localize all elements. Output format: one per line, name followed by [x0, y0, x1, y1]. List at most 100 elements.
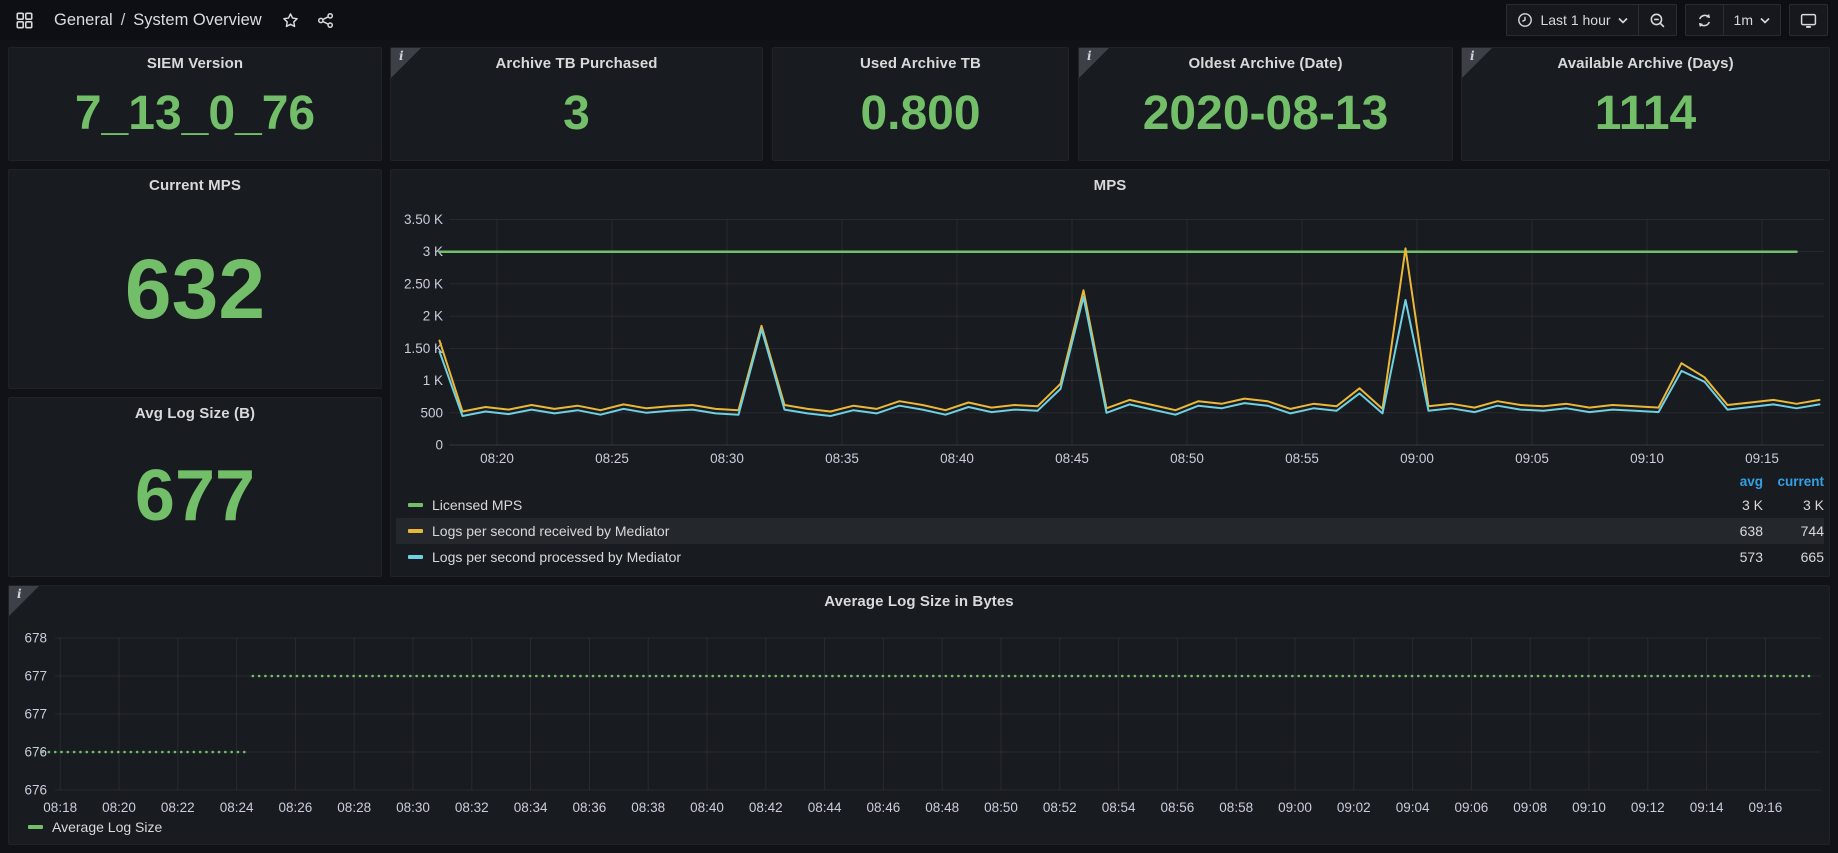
svg-text:09:04: 09:04 [1396, 800, 1430, 815]
svg-text:500: 500 [420, 405, 443, 420]
svg-text:09:00: 09:00 [1278, 800, 1312, 815]
avg-log-chart-canvas[interactable]: 67867767767667608:1808:2008:2208:2408:26… [9, 586, 1829, 822]
svg-text:3.50 K: 3.50 K [404, 212, 443, 227]
topbar-left: General / System Overview [10, 8, 340, 33]
series-avg-value: 3 K [1693, 497, 1763, 513]
stat-value: 3 [391, 74, 762, 154]
svg-text:09:00: 09:00 [1400, 451, 1434, 466]
svg-text:08:22: 08:22 [161, 800, 195, 815]
svg-text:676: 676 [24, 783, 47, 798]
panel-title[interactable]: Oldest Archive (Date) [1079, 55, 1452, 72]
svg-text:09:08: 09:08 [1513, 800, 1547, 815]
panel-average-log-size-chart: Average Log Size in Bytes 67867767767667… [8, 585, 1830, 845]
avg-log-legend[interactable]: Average Log Size [28, 819, 162, 835]
svg-text:08:54: 08:54 [1102, 800, 1136, 815]
series-line [440, 297, 1820, 416]
panel-title[interactable]: SIEM Version [9, 55, 381, 72]
tv-mode-button[interactable] [1790, 5, 1827, 35]
series-avg-value: 573 [1693, 549, 1763, 565]
refresh-icon [1696, 12, 1713, 29]
svg-text:1.50 K: 1.50 K [404, 341, 443, 356]
zoom-out-button[interactable] [1638, 5, 1676, 35]
svg-text:09:02: 09:02 [1337, 800, 1371, 815]
legend-column-current[interactable]: current [1763, 474, 1824, 489]
time-controls-group: Last 1 hour [1506, 4, 1676, 36]
panel-title[interactable]: MPS [391, 177, 1829, 194]
star-button[interactable] [276, 8, 305, 33]
time-range-label: Last 1 hour [1540, 12, 1610, 28]
svg-text:1 K: 1 K [423, 373, 443, 388]
svg-text:09:16: 09:16 [1749, 800, 1783, 815]
stat-value: 677 [9, 428, 381, 564]
svg-text:08:58: 08:58 [1219, 800, 1253, 815]
mps-chart-canvas[interactable]: 05001 K1.50 K2 K2.50 K3 K3.50 K08:2008:2… [391, 170, 1831, 470]
svg-text:08:42: 08:42 [749, 800, 783, 815]
svg-text:08:24: 08:24 [220, 800, 254, 815]
svg-text:08:40: 08:40 [690, 800, 724, 815]
panel-title[interactable]: Average Log Size in Bytes [9, 593, 1829, 610]
panel-title[interactable]: Available Archive (Days) [1462, 55, 1829, 72]
series-color-swatch [408, 555, 423, 559]
series-color-swatch [408, 529, 423, 533]
series-color-swatch [408, 503, 423, 507]
svg-text:08:35: 08:35 [825, 451, 859, 466]
tv-mode-group [1789, 4, 1828, 36]
series-label[interactable]: Logs per second processed by Mediator [432, 549, 1693, 565]
refresh-interval-picker[interactable]: 1m [1723, 5, 1780, 35]
svg-text:2 K: 2 K [423, 309, 443, 324]
svg-text:08:52: 08:52 [1043, 800, 1077, 815]
svg-text:08:36: 08:36 [573, 800, 607, 815]
svg-text:08:55: 08:55 [1285, 451, 1319, 466]
stat-value: 1114 [1462, 74, 1829, 154]
stat-value: 0.800 [773, 74, 1068, 154]
y-axis: 05001 K1.50 K2 K2.50 K3 K3.50 K [404, 212, 1824, 453]
refresh-button[interactable] [1686, 5, 1723, 35]
share-button[interactable] [311, 8, 340, 33]
svg-text:08:30: 08:30 [710, 451, 744, 466]
legend-column-avg[interactable]: avg [1693, 474, 1763, 489]
svg-text:08:50: 08:50 [1170, 451, 1204, 466]
svg-text:08:18: 08:18 [43, 800, 77, 815]
dashboard-grid-button[interactable] [10, 8, 39, 33]
panel-title[interactable]: Archive TB Purchased [391, 55, 762, 72]
series-current-value: 665 [1763, 549, 1824, 565]
svg-text:08:44: 08:44 [808, 800, 842, 815]
grid-icon [16, 12, 33, 29]
legend-row-logs-received[interactable]: Logs per second received by Mediator 638… [396, 518, 1824, 544]
panel-title[interactable]: Used Archive TB [773, 55, 1068, 72]
time-range-picker[interactable]: Last 1 hour [1507, 5, 1637, 35]
breadcrumb-dashboard-title: System Overview [133, 11, 261, 30]
x-axis: 08:2008:2508:3008:3508:4008:4508:5008:55… [480, 219, 1779, 466]
panel-used-archive-tb: Used Archive TB 0.800 [772, 47, 1069, 161]
chevron-down-icon [1618, 17, 1628, 24]
share-icon [317, 12, 334, 29]
panel-mps-chart: MPS 05001 K1.50 K2 K2.50 K3 K3.50 K08:20… [390, 169, 1830, 577]
svg-text:09:14: 09:14 [1690, 800, 1724, 815]
breadcrumb-separator: / [121, 11, 126, 30]
legend-row-licensed-mps[interactable]: Licensed MPS 3 K 3 K [396, 492, 1824, 518]
svg-text:08:40: 08:40 [940, 451, 974, 466]
svg-text:08:48: 08:48 [925, 800, 959, 815]
series-color-swatch [28, 825, 43, 829]
series-label[interactable]: Licensed MPS [432, 497, 1693, 513]
svg-text:0: 0 [435, 438, 443, 453]
series-current-value: 744 [1763, 523, 1824, 539]
tv-mode-icon [1800, 12, 1817, 29]
series-label[interactable]: Average Log Size [52, 819, 162, 835]
svg-text:08:28: 08:28 [337, 800, 371, 815]
stat-value: 7_13_0_76 [9, 74, 381, 154]
topbar: General / System Overview [0, 0, 1838, 40]
panel-title[interactable]: Current MPS [9, 177, 381, 194]
x-axis: 08:1808:2008:2208:2408:2608:2808:3008:32… [43, 638, 1782, 815]
svg-text:2.50 K: 2.50 K [404, 276, 443, 291]
panel-archive-tb-purchased: Archive TB Purchased 3 [390, 47, 763, 161]
legend-row-logs-processed[interactable]: Logs per second processed by Mediator 57… [396, 544, 1824, 570]
svg-text:08:38: 08:38 [631, 800, 665, 815]
breadcrumb-folder[interactable]: General [54, 11, 113, 30]
series-label[interactable]: Logs per second received by Mediator [432, 523, 1693, 539]
panel-avg-log-size: Avg Log Size (B) 677 [8, 397, 382, 577]
panel-oldest-archive-date: Oldest Archive (Date) 2020-08-13 [1078, 47, 1453, 161]
svg-text:08:34: 08:34 [514, 800, 548, 815]
panel-title[interactable]: Avg Log Size (B) [9, 405, 381, 422]
svg-text:09:10: 09:10 [1630, 451, 1664, 466]
